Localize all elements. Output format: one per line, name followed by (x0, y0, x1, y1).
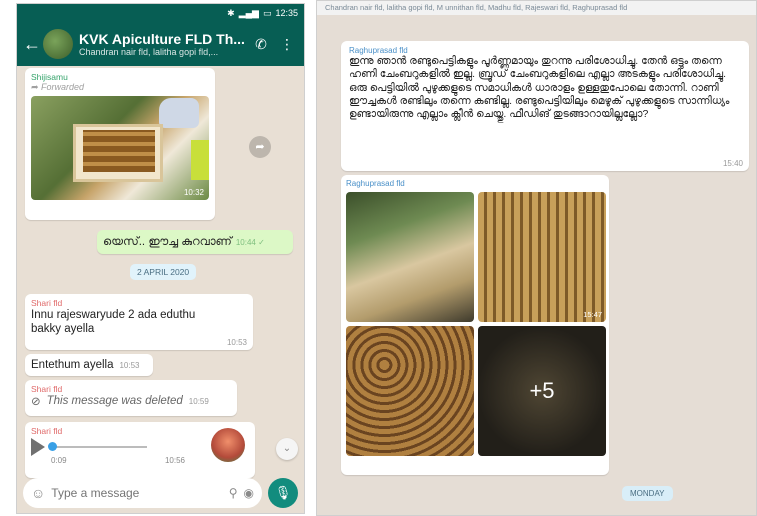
play-icon[interactable] (31, 438, 45, 456)
beebox-photo[interactable]: 10:32 (31, 96, 209, 200)
photo-grid: 15:47 +5 (346, 192, 606, 456)
left-chat-screen: ✱ ▂▄▆ ▭ 12:35 ← KVK Apiculture FLD Th...… (16, 3, 305, 514)
message-time: 10:44 ✓ (235, 237, 265, 247)
date-separator: MONDAY (622, 486, 673, 501)
message-text: യെസ്.. ഈച്ച കുറവാണ് (103, 236, 232, 248)
message-text: ഇന്നു ഞാൻ രണ്ടുപെട്ടികളും പൂർണ്ണമായും തു… (349, 55, 730, 121)
message-sender: Raghuprasad fld (349, 46, 408, 55)
share-icon[interactable]: ➦ (249, 136, 271, 158)
group-info[interactable]: KVK Apiculture FLD Th... Chandran nair f… (79, 31, 246, 57)
message-sender: Shari fld (31, 384, 63, 394)
emoji-icon[interactable]: ☺ (31, 485, 45, 501)
photo-thumbnail[interactable]: 15:47 (478, 192, 606, 322)
voice-progress-track[interactable] (48, 442, 147, 451)
group-members: Chandran nair fld, lalitha gopi fld, M u… (317, 1, 756, 15)
back-arrow-icon[interactable]: ← (23, 34, 41, 55)
message-text: Entethum ayella (31, 359, 114, 371)
forwarded-text: Forwarded (41, 82, 85, 92)
message-text: Innu rajeswaryude 2 ada eduthu bakky aye… (31, 309, 196, 335)
chat-header[interactable]: ← KVK Apiculture FLD Th... Chandran nair… (17, 22, 304, 66)
message-time: 10:53 (119, 360, 140, 370)
photo-album-message[interactable]: Raghuprasad fld 15:47 +5 (341, 175, 609, 475)
add-call-icon[interactable]: ✆ (250, 36, 272, 53)
more-options-icon[interactable]: ⋮ (276, 36, 298, 53)
date-separator: 2 APRIL 2020 (130, 264, 197, 280)
scroll-down-icon[interactable]: ⌄ (276, 438, 298, 460)
status-bar: ✱ ▂▄▆ ▭ 12:35 (17, 4, 304, 22)
message-time: 10:53 (226, 338, 247, 347)
photo-timestamp: 15:47 (583, 310, 602, 319)
voice-scrubber[interactable] (48, 442, 57, 451)
message-sender: Shari fld (31, 298, 63, 308)
incoming-message[interactable]: Entethum ayella 10:53 (25, 354, 153, 376)
message-time: 15:40 (722, 159, 743, 168)
voice-elapsed: 0:09 (51, 456, 67, 465)
message-sender: Shijisamu (31, 72, 68, 82)
mic-button[interactable]: 🎙 (268, 478, 298, 508)
forwarded-photo-message[interactable]: Shijisamu ➦ Forwarded 10:32 (25, 68, 215, 220)
deleted-icon: ⊘ (31, 396, 41, 408)
message-sender: Raghuprasad fld (346, 179, 405, 188)
message-time: 10:59 (188, 396, 209, 406)
photo-thumbnail-more[interactable]: +5 (478, 326, 606, 456)
attach-icon[interactable]: ⚲ (229, 486, 238, 500)
sender-avatar (211, 428, 245, 462)
photo-thumbnail[interactable] (346, 192, 474, 322)
camera-icon[interactable]: ◉ (244, 486, 254, 500)
group-members: Chandran nair fld, lalitha gopi fld,... (79, 47, 219, 57)
input-box: ☺ ⚲ ◉ (23, 478, 262, 508)
chat-messages: Shijisamu ➦ Forwarded 10:32 ➦ യെസ്.. ഈച്… (17, 66, 304, 478)
outgoing-message[interactable]: യെസ്.. ഈച്ച കുറവാണ് 10:44 ✓ (97, 230, 293, 254)
message-time: 10:56 (164, 456, 185, 465)
group-avatar[interactable] (43, 29, 73, 59)
deleted-message[interactable]: Shari fld ⊘ This message was deleted 10:… (25, 380, 237, 416)
photo-thumbnail[interactable] (346, 326, 474, 456)
signal-icon: ▂▄▆ (238, 7, 259, 18)
bluetooth-icon: ✱ (227, 7, 235, 18)
message-composer: ☺ ⚲ ◉ 🎙 (17, 473, 304, 513)
message-text: This message was deleted (46, 395, 183, 407)
forwarded-label: ➦ Forwarded (31, 82, 85, 92)
message-input[interactable] (51, 486, 223, 500)
incoming-message[interactable]: Shari fld Innu rajeswaryude 2 ada eduthu… (25, 294, 253, 350)
voice-message[interactable]: Shari fld 0:09 10:56 (25, 422, 255, 478)
battery-icon: ▭ (262, 7, 272, 18)
group-title: KVK Apiculture FLD Th... (79, 31, 245, 47)
more-photos-count: +5 (529, 378, 555, 403)
malayalam-text-message[interactable]: Raghuprasad fld ഇന്നു ഞാൻ രണ്ടുപെട്ടികളു… (341, 41, 749, 171)
right-chat-screen: Chandran nair fld, lalitha gopi fld, M u… (316, 0, 757, 516)
status-time: 12:35 (275, 8, 298, 18)
photo-timestamp: 10:32 (183, 188, 204, 197)
